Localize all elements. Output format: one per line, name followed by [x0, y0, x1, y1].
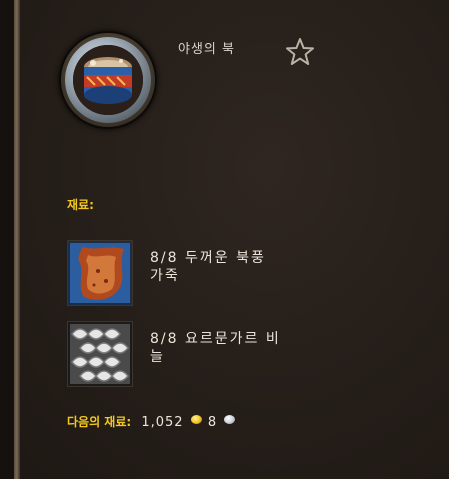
silver-amount: 8 — [207, 415, 218, 430]
scale-icon — [68, 322, 132, 386]
window-left-edge — [0, 0, 14, 479]
reagent-name: 요르문가르 비 — [184, 331, 281, 347]
reagent-name-line2: 늘 — [150, 349, 165, 365]
recipe-title: 야생의 북 — [178, 42, 235, 57]
reagents-label: 재료: — [67, 198, 94, 212]
reagent-item[interactable]: 8/8 요르문가르 비 늘 — [68, 322, 368, 392]
cost-row: 다음의 재료: 1,052 8 — [67, 413, 237, 430]
reagent-text: 8/8 요르문가르 비 늘 — [150, 330, 360, 366]
heavy-storm-leather-icon — [68, 241, 132, 305]
star-outline-icon[interactable] — [284, 36, 316, 68]
reagent-item[interactable]: 8/8 두꺼운 북풍 가죽 — [68, 241, 368, 311]
drum-icon — [73, 45, 143, 115]
gold-coin-icon — [190, 415, 202, 424]
silver-coin-icon — [224, 415, 236, 424]
reagent-name: 두꺼운 북풍 — [184, 250, 266, 266]
reagent-count: 8/8 — [150, 250, 179, 266]
recipe-icon[interactable] — [61, 33, 155, 127]
cost-label: 다음의 재료: — [67, 415, 132, 429]
reagent-count: 8/8 — [150, 331, 179, 347]
gold-amount: 1,052 — [141, 415, 184, 430]
reagent-name-line2: 가죽 — [150, 268, 180, 284]
reagent-text: 8/8 두꺼운 북풍 가죽 — [150, 249, 360, 285]
recipe-detail-panel: 야생의 북 재료: 8/8 두꺼운 북풍 가죽 8/8 요르문가르 비 늘 다음… — [20, 0, 449, 479]
